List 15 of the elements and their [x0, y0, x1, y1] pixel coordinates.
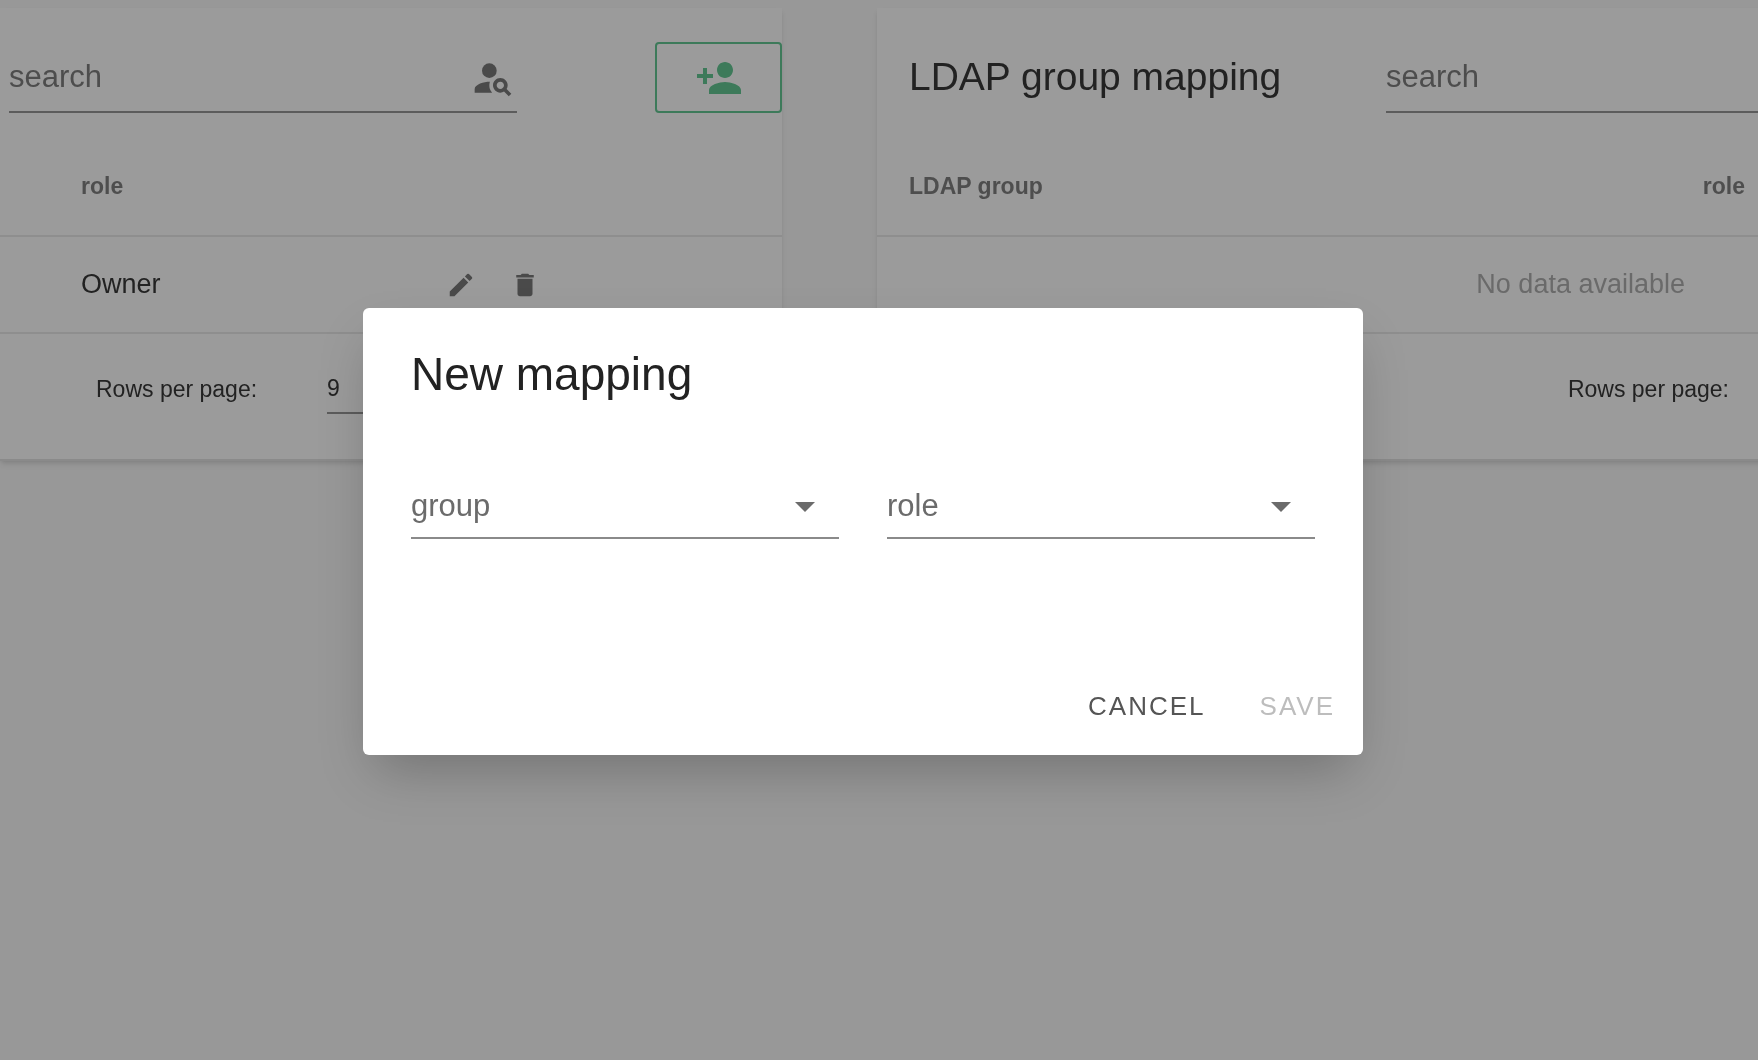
- dropdown-caret-icon: [795, 502, 815, 512]
- column-header[interactable]: LDAP group: [909, 168, 1043, 204]
- select-field[interactable]: role: [887, 475, 1315, 539]
- card-title: LDAP group mapping: [909, 54, 1283, 101]
- dropdown-caret-icon: [1271, 502, 1291, 512]
- add-user-button[interactable]: [655, 42, 782, 113]
- table-cell-text: Owner: [81, 268, 162, 302]
- dialog-title: New mapping: [411, 347, 693, 402]
- column-header[interactable]: role: [81, 168, 124, 204]
- rows-per-page-label: Rows per page:: [1567, 374, 1729, 404]
- search-field[interactable]: search: [1386, 42, 1758, 113]
- cancel-button[interactable]: CANCEL: [1072, 679, 1222, 733]
- rows-per-page-label: Rows per page:: [96, 374, 259, 404]
- column-header[interactable]: role: [1702, 168, 1745, 204]
- select-field[interactable]: group: [411, 475, 839, 539]
